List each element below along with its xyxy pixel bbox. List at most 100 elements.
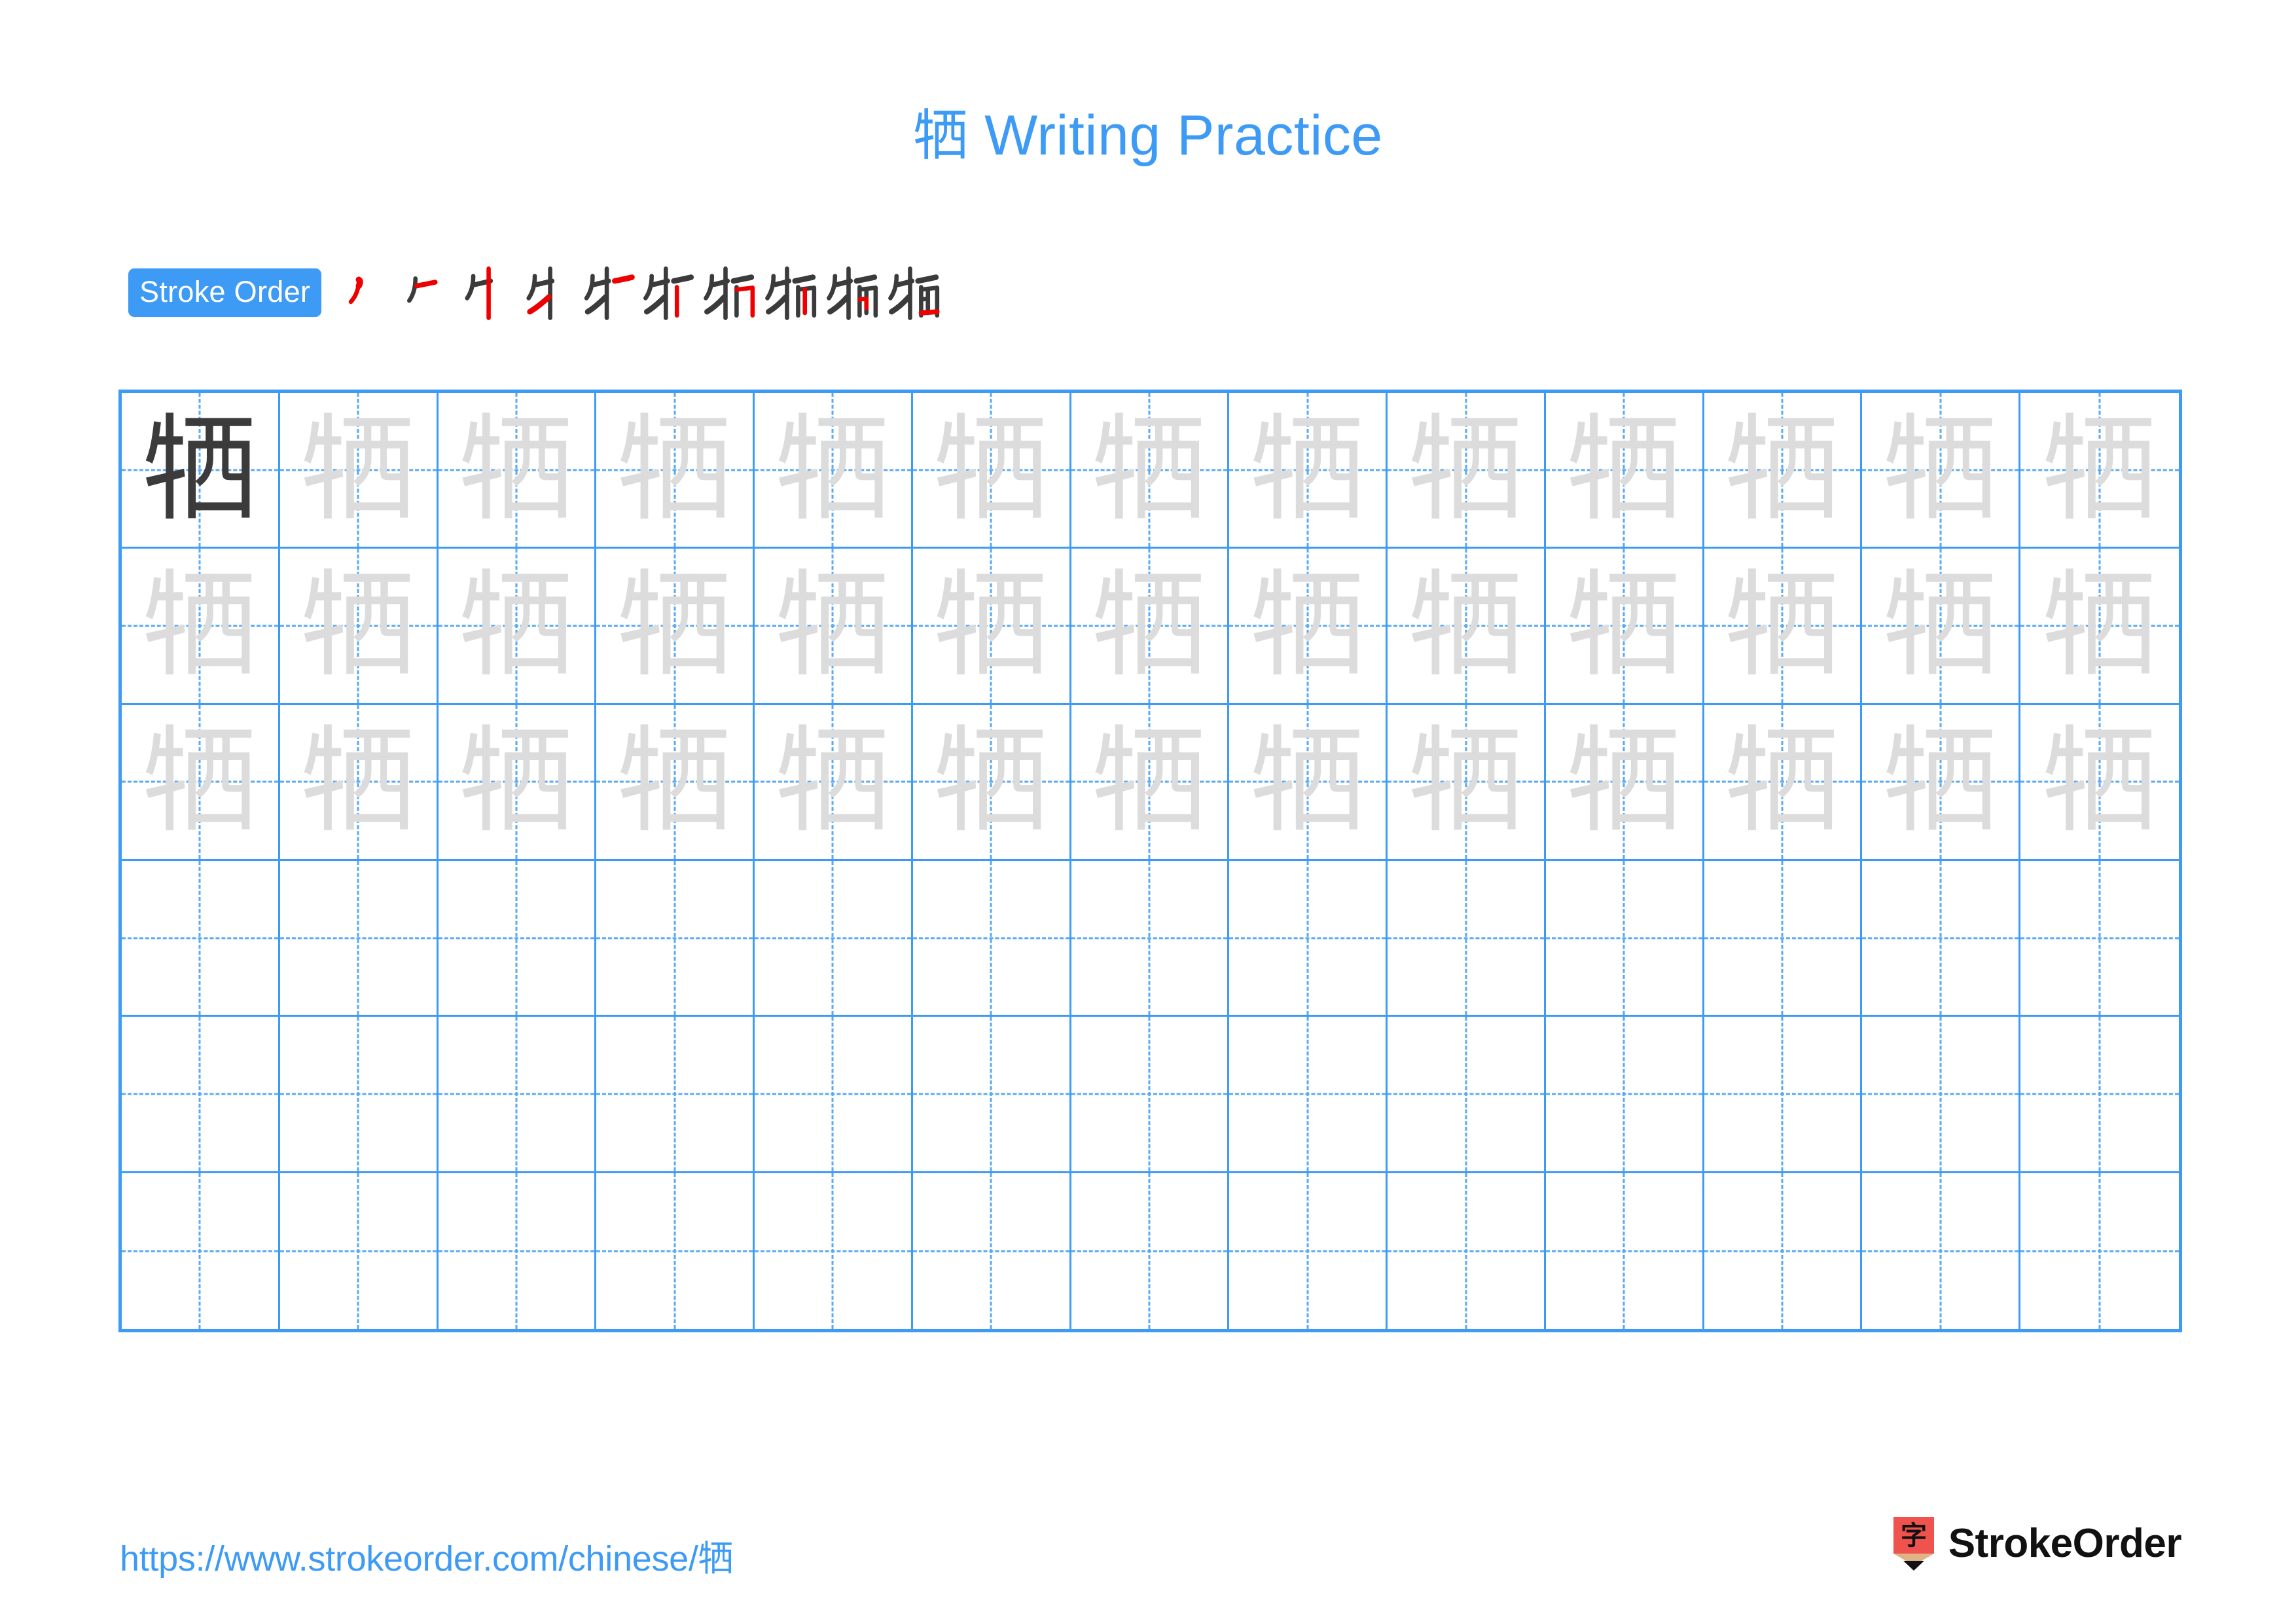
practice-cell-r4-c8[interactable] (1229, 860, 1388, 1017)
practice-cell-r4-c5[interactable] (755, 860, 913, 1017)
stroke-step-1 (331, 259, 392, 327)
trace-character: 牺 (458, 402, 574, 537)
practice-cell-r6-c9[interactable] (1388, 1173, 1546, 1329)
practice-cell-r6-c10[interactable] (1546, 1173, 1704, 1329)
practice-cell-r1-c2[interactable]: 牺 (279, 393, 439, 549)
trace-character: 牺 (617, 558, 732, 693)
practice-cell-r4-c2[interactable] (279, 860, 439, 1017)
practice-cell-r5-c6[interactable] (912, 1017, 1071, 1173)
practice-cell-r5-c13[interactable] (2020, 1017, 2179, 1173)
practice-cell-r1-c7[interactable]: 牺 (1071, 393, 1230, 549)
practice-cell-r5-c7[interactable] (1071, 1017, 1230, 1173)
practice-cell-r3-c3[interactable]: 牺 (438, 704, 597, 861)
practice-cell-r5-c10[interactable] (1545, 1017, 1704, 1173)
trace-character: 牺 (933, 558, 1049, 693)
practice-cell-r2-c10[interactable]: 牺 (1545, 549, 1704, 705)
svg-text:字: 字 (1901, 1521, 1927, 1551)
practice-cell-r4-c12[interactable] (1862, 860, 2021, 1017)
practice-cell-r5-c2[interactable] (279, 1017, 439, 1173)
practice-cell-r4-c1[interactable] (122, 860, 280, 1017)
practice-cell-r5-c9[interactable] (1388, 1017, 1546, 1173)
trace-character: 牺 (1408, 558, 1524, 693)
practice-cell-r1-c13[interactable]: 牺 (2020, 393, 2179, 549)
practice-cell-r1-c11[interactable]: 牺 (1704, 393, 1863, 549)
practice-cell-r4-c7[interactable] (1071, 860, 1230, 1017)
practice-cell-r1-c3[interactable]: 牺 (438, 393, 597, 549)
practice-cell-r6-c5[interactable] (755, 1173, 913, 1329)
practice-cell-r6-c8[interactable] (1229, 1173, 1388, 1329)
practice-cell-r4-c10[interactable] (1545, 860, 1704, 1017)
practice-cell-r5-c1[interactable] (122, 1017, 280, 1173)
practice-cell-r3-c11[interactable]: 牺 (1704, 704, 1863, 861)
empty-cell (755, 1017, 911, 1171)
model-character: 牺 (142, 402, 258, 537)
practice-cell-r3-c9[interactable]: 牺 (1388, 704, 1546, 861)
empty-cell (1862, 1173, 2018, 1329)
practice-cell-r6-c2[interactable] (280, 1173, 439, 1329)
practice-cell-r4-c11[interactable] (1704, 860, 1863, 1017)
trace-character: 牺 (2042, 714, 2158, 849)
practice-cell-r1-c9[interactable]: 牺 (1388, 393, 1546, 549)
practice-cell-r4-c3[interactable] (438, 860, 597, 1017)
practice-cell-r2-c13[interactable]: 牺 (2020, 549, 2179, 705)
practice-cell-r2-c11[interactable]: 牺 (1704, 549, 1863, 705)
practice-cell-r5-c11[interactable] (1704, 1017, 1863, 1173)
practice-cell-r3-c1[interactable]: 牺 (122, 704, 280, 861)
practice-cell-r6-c3[interactable] (439, 1173, 597, 1329)
page-title-character: 牺 (913, 103, 969, 168)
empty-cell (913, 861, 1069, 1015)
practice-cell-r2-c4[interactable]: 牺 (596, 549, 755, 705)
trace-character: 牺 (1091, 558, 1207, 693)
practice-cell-r5-c5[interactable] (755, 1017, 913, 1173)
empty-cell (439, 1173, 595, 1329)
brand-logo[interactable]: 字 StrokeOrder (1892, 1514, 2182, 1574)
practice-cell-r2-c9[interactable]: 牺 (1388, 549, 1546, 705)
practice-cell-r4-c9[interactable] (1388, 860, 1546, 1017)
practice-cell-r1-c4[interactable]: 牺 (596, 393, 755, 549)
practice-cell-r2-c3[interactable]: 牺 (438, 549, 597, 705)
practice-cell-r6-c13[interactable] (2020, 1173, 2179, 1329)
practice-cell-r1-c10[interactable]: 牺 (1545, 393, 1704, 549)
stroke-order-badge: Stroke Order (128, 268, 322, 317)
practice-cell-r1-c1[interactable]: 牺 (122, 393, 280, 549)
practice-cell-r2-c12[interactable]: 牺 (1862, 549, 2021, 705)
practice-cell-r4-c4[interactable] (596, 860, 755, 1017)
practice-cell-r1-c12[interactable]: 牺 (1862, 393, 2021, 549)
practice-cell-r5-c8[interactable] (1229, 1017, 1388, 1173)
practice-cell-r6-c12[interactable] (1862, 1173, 2021, 1329)
footer-url[interactable]: https://www.strokeorder.com/chinese/牺 (120, 1529, 734, 1581)
practice-cell-r5-c3[interactable] (438, 1017, 597, 1173)
practice-cell-r3-c8[interactable]: 牺 (1229, 704, 1388, 861)
practice-cell-r6-c1[interactable] (122, 1173, 280, 1329)
practice-cell-r5-c4[interactable] (596, 1017, 755, 1173)
practice-cell-r1-c5[interactable]: 牺 (755, 393, 913, 549)
practice-cell-r3-c12[interactable]: 牺 (1862, 704, 2021, 861)
practice-cell-r6-c6[interactable] (913, 1173, 1071, 1329)
practice-cell-r2-c2[interactable]: 牺 (279, 549, 439, 705)
practice-cell-r3-c4[interactable]: 牺 (596, 704, 755, 861)
empty-cell (439, 1017, 595, 1171)
practice-cell-r4-c13[interactable] (2020, 861, 2179, 1017)
practice-cell-r1-c6[interactable]: 牺 (912, 393, 1071, 549)
practice-cell-r3-c2[interactable]: 牺 (279, 704, 439, 861)
trace-character: 牺 (142, 558, 258, 693)
practice-cell-r5-c12[interactable] (1862, 1017, 2021, 1173)
practice-cell-r3-c10[interactable]: 牺 (1545, 704, 1704, 861)
practice-cell-r6-c7[interactable] (1071, 1173, 1230, 1329)
practice-cell-r3-c5[interactable]: 牺 (755, 704, 913, 861)
trace-character: 牺 (1882, 714, 1998, 849)
practice-cell-r2-c6[interactable]: 牺 (912, 549, 1071, 705)
practice-cell-r4-c6[interactable] (912, 860, 1071, 1017)
practice-cell-r6-c4[interactable] (596, 1173, 755, 1329)
practice-cell-r2-c1[interactable]: 牺 (122, 549, 280, 705)
practice-cell-r2-c8[interactable]: 牺 (1229, 549, 1388, 705)
trace-character: 牺 (142, 714, 258, 849)
practice-cell-r3-c6[interactable]: 牺 (912, 704, 1071, 861)
practice-cell-r1-c8[interactable]: 牺 (1229, 393, 1388, 549)
practice-cell-r2-c5[interactable]: 牺 (755, 549, 913, 705)
practice-cell-r3-c13[interactable]: 牺 (2020, 705, 2179, 861)
practice-cell-r3-c7[interactable]: 牺 (1071, 704, 1230, 861)
practice-cell-r6-c11[interactable] (1704, 1173, 1863, 1329)
practice-cell-r2-c7[interactable]: 牺 (1071, 549, 1230, 705)
trace-character: 牺 (933, 714, 1049, 849)
